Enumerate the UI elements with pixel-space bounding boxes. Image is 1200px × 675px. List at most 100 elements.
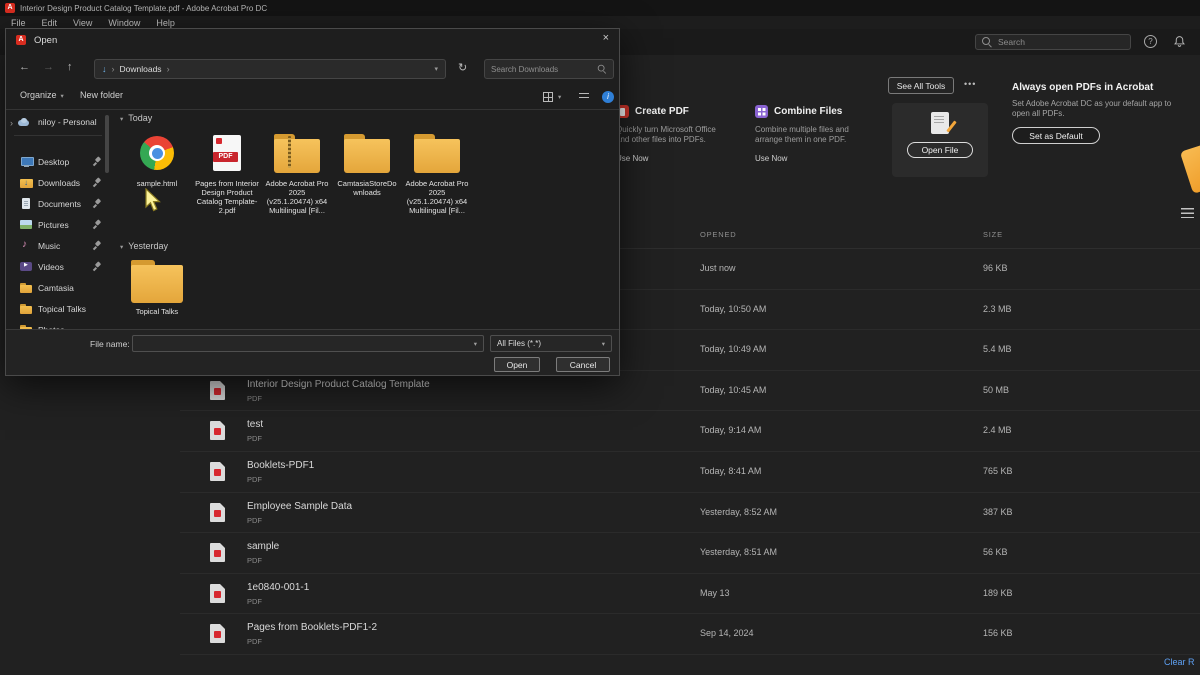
up-icon[interactable] [67,61,73,73]
table-row[interactable]: Interior Design Product Catalog Template… [0,371,1200,412]
pin-icon [93,199,102,208]
table-row[interactable]: Pages from Booklets-PDF1-2 PDF Sep 14, 2… [0,614,1200,655]
acrobat-search-box[interactable] [975,34,1131,50]
file-name: sample [247,541,279,552]
file-tile[interactable]: Adobe Acrobat Pro 2025 (v25.1.20474) x64… [264,129,330,215]
see-all-tools-button[interactable]: See All Tools [888,77,954,94]
sidebar-item[interactable]: Topical Talks [6,298,108,319]
file-icon [131,265,183,303]
set-as-default-button[interactable]: Set as Default [1012,127,1100,144]
refresh-icon[interactable] [458,61,467,74]
more-options-icon[interactable] [964,79,976,89]
dialog-file-area: Today sample.html Pages from Interior De… [114,111,617,331]
sidebar-item[interactable]: Desktop [6,151,108,172]
file-size: 56 KB [983,547,1008,557]
menu-item[interactable]: Window [101,18,147,28]
sidebar-item-icon [20,261,33,273]
sidebar-item-icon [20,177,33,189]
icon-view-toggle[interactable] [542,91,554,103]
group-header-yesterday[interactable]: Yesterday [120,241,168,251]
pin-icon [93,241,102,250]
file-size: 50 MB [983,385,1009,395]
sidebar-item[interactable]: Videos [6,256,108,277]
tool-card[interactable]: Create PDF Quickly turn Microsoft Office… [616,105,728,163]
dialog-search-box[interactable] [484,59,614,79]
tool-icon [755,105,768,118]
group-header-today[interactable]: Today [120,113,152,123]
sidebar-scrollbar[interactable] [105,111,109,331]
file-opened: Sep 14, 2024 [700,628,754,638]
file-tile-name: CamtasiaStoreDownloads [335,179,399,197]
open-button[interactable]: Open [494,357,540,372]
expand-chevron-icon[interactable] [10,113,13,131]
view-dropdown-icon[interactable] [558,93,561,101]
table-row[interactable]: test PDF Today, 9:14 AM 2.4 MB [0,411,1200,452]
use-now-link[interactable]: Use Now [755,154,867,163]
sidebar-item[interactable]: Documents [6,193,108,214]
dialog-toolbar: Organize New folder [6,85,619,109]
file-tile-name: sample.html [137,179,177,188]
file-tile[interactable]: Pages from Interior Design Product Catal… [194,129,260,215]
column-header-size[interactable]: SIZE [983,230,1003,239]
acrobat-search-input[interactable] [998,37,1108,47]
file-tile[interactable]: Adobe Acrobat Pro 2025 (v25.1.20474) x64… [404,129,470,215]
file-type-select[interactable]: All Files (*.*) [490,335,612,352]
new-folder-button[interactable]: New folder [80,90,123,100]
dialog-titlebar[interactable]: Open [6,29,619,51]
file-tile[interactable]: CamtasiaStoreDownloads [334,129,400,215]
table-row[interactable]: Booklets-PDF1 PDF Today, 8:41 AM 765 KB [0,452,1200,493]
mouse-cursor [144,188,164,214]
address-bar[interactable]: Downloads [94,59,446,79]
file-opened: Today, 10:50 AM [700,304,766,314]
close-icon[interactable] [603,32,609,44]
file-opened: Today, 10:49 AM [700,344,766,354]
breadcrumb-chevron-icon [112,64,115,74]
help-icon[interactable] [1144,35,1157,48]
info-icon[interactable] [602,91,614,103]
address-dropdown-icon[interactable] [434,65,438,73]
cancel-button[interactable]: Cancel [556,357,610,372]
document-pencil-icon [931,112,949,134]
file-tile[interactable]: Topical Talks [124,257,190,316]
details-view-toggle[interactable] [578,91,590,103]
table-row[interactable]: sample PDF Yesterday, 8:51 AM 56 KB [0,533,1200,574]
pin-icon [93,220,102,229]
breadcrumb-downloads[interactable]: Downloads [120,64,162,74]
file-size: 5.4 MB [983,344,1012,354]
file-name-input[interactable] [139,339,459,349]
clear-recent-link[interactable]: Clear R [1164,657,1195,667]
tool-title: Create PDF [635,106,689,117]
chevron-down-icon[interactable] [474,340,477,348]
sidebar-item[interactable]: Pictures [6,214,108,235]
file-opened: Today, 9:14 AM [700,425,761,435]
collapse-chevron-icon [120,241,123,251]
organize-button[interactable]: Organize [20,90,64,100]
column-header-opened[interactable]: OPENED [700,230,736,239]
file-icon [414,139,460,173]
file-type: PDF [247,556,279,565]
sidebar-item[interactable]: Downloads [6,172,108,193]
open-file-button[interactable]: Open File [907,142,973,158]
menu-item[interactable]: View [66,18,99,28]
table-row[interactable]: 1e0840-001-1 PDF May 13 189 KB [0,574,1200,615]
file-name-combobox[interactable] [132,335,484,352]
pdf-file-icon [210,381,225,400]
tool-card[interactable]: Combine Files Combine multiple files and… [755,105,867,163]
menu-item[interactable]: Edit [35,18,65,28]
sidebar-item-icon [20,303,33,315]
forward-icon[interactable] [43,61,54,73]
sidebar-item[interactable]: Music [6,235,108,256]
notifications-icon[interactable] [1173,35,1186,53]
menu-item[interactable]: File [4,18,33,28]
file-size: 189 KB [983,588,1013,598]
file-tile-name: Topical Talks [136,307,178,316]
back-icon[interactable] [19,61,30,73]
menu-item[interactable]: Help [149,18,182,28]
sidebar-item-onedrive[interactable]: niloy - Personal [10,113,106,131]
table-row[interactable]: Employee Sample Data PDF Yesterday, 8:52… [0,493,1200,534]
dialog-search-input[interactable] [491,65,591,74]
list-view-icon[interactable] [1181,207,1194,219]
file-tile-name: Adobe Acrobat Pro 2025 (v25.1.20474) x64… [405,179,469,215]
sidebar-item[interactable]: Camtasia [6,277,108,298]
use-now-link[interactable]: Use Now [616,154,728,163]
